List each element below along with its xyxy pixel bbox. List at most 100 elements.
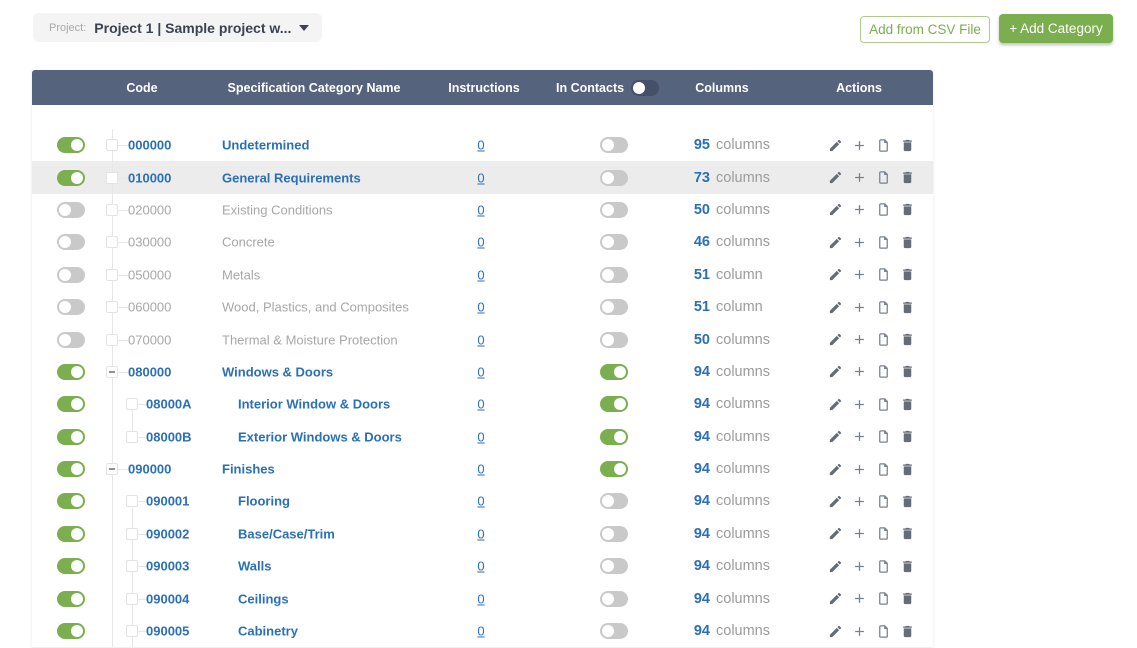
add-icon[interactable] [851, 526, 867, 542]
tree-expander-box[interactable] [126, 528, 138, 540]
tree-expander-box[interactable] [126, 495, 138, 507]
add-icon[interactable] [851, 623, 867, 639]
row-enabled-toggle[interactable] [57, 267, 85, 283]
category-name-link[interactable]: Finishes [222, 462, 275, 477]
in-contacts-toggle[interactable] [600, 493, 628, 509]
edit-icon[interactable] [827, 558, 843, 574]
row-enabled-toggle[interactable] [57, 332, 85, 348]
edit-icon[interactable] [827, 396, 843, 412]
in-contacts-toggle[interactable] [600, 267, 628, 283]
in-contacts-toggle[interactable] [600, 591, 628, 607]
tree-expander-box[interactable] [106, 301, 118, 313]
tree-expander-box[interactable] [106, 463, 118, 475]
instructions-count-link[interactable]: 0 [469, 526, 493, 541]
category-code-link[interactable]: 090000 [128, 462, 171, 477]
add-icon[interactable] [851, 332, 867, 348]
row-enabled-toggle[interactable] [57, 202, 85, 218]
copy-icon[interactable] [875, 591, 891, 607]
tree-expander-box[interactable] [126, 560, 138, 572]
columns-count[interactable]: 50 [674, 332, 710, 348]
category-code-link[interactable]: 08000B [146, 429, 192, 444]
category-name-link[interactable]: Interior Window & Doors [238, 397, 390, 412]
edit-icon[interactable] [827, 234, 843, 250]
edit-icon[interactable] [827, 170, 843, 186]
tree-expander-box[interactable] [106, 139, 118, 151]
delete-icon[interactable] [899, 493, 915, 509]
add-icon[interactable] [851, 299, 867, 315]
category-code-link[interactable]: 010000 [128, 170, 171, 185]
columns-count[interactable]: 94 [674, 558, 710, 574]
add-icon[interactable] [851, 591, 867, 607]
category-code-link[interactable]: 050000 [128, 267, 171, 282]
instructions-count-link[interactable]: 0 [469, 300, 493, 315]
copy-icon[interactable] [875, 332, 891, 348]
columns-count[interactable]: 94 [674, 461, 710, 477]
columns-count[interactable]: 94 [674, 396, 710, 412]
row-enabled-toggle[interactable] [57, 234, 85, 250]
delete-icon[interactable] [899, 267, 915, 283]
in-contacts-toggle[interactable] [600, 170, 628, 186]
columns-count[interactable]: 94 [674, 364, 710, 380]
category-code-link[interactable]: 070000 [128, 332, 171, 347]
delete-icon[interactable] [899, 429, 915, 445]
tree-expander-box[interactable] [126, 625, 138, 637]
row-enabled-toggle[interactable] [57, 299, 85, 315]
in-contacts-toggle[interactable] [600, 332, 628, 348]
category-name-link[interactable]: Base/Case/Trim [238, 526, 335, 541]
delete-icon[interactable] [899, 234, 915, 250]
delete-icon[interactable] [899, 526, 915, 542]
copy-icon[interactable] [875, 170, 891, 186]
in-contacts-toggle[interactable] [600, 396, 628, 412]
category-name-link[interactable]: General Requirements [222, 170, 361, 185]
row-enabled-toggle[interactable] [57, 623, 85, 639]
row-enabled-toggle[interactable] [57, 137, 85, 153]
edit-icon[interactable] [827, 364, 843, 380]
delete-icon[interactable] [899, 396, 915, 412]
copy-icon[interactable] [875, 526, 891, 542]
delete-icon[interactable] [899, 364, 915, 380]
tree-expander-box[interactable] [106, 334, 118, 346]
instructions-count-link[interactable]: 0 [469, 591, 493, 606]
in-contacts-toggle[interactable] [600, 461, 628, 477]
category-code-link[interactable]: 090004 [146, 591, 189, 606]
add-icon[interactable] [851, 461, 867, 477]
row-enabled-toggle[interactable] [57, 526, 85, 542]
category-code-link[interactable]: 020000 [128, 202, 171, 217]
in-contacts-toggle[interactable] [600, 623, 628, 639]
copy-icon[interactable] [875, 558, 891, 574]
delete-icon[interactable] [899, 202, 915, 218]
category-name-link[interactable]: Ceilings [238, 591, 289, 606]
add-icon[interactable] [851, 396, 867, 412]
add-category-button[interactable]: + Add Category [999, 14, 1113, 43]
category-name-link[interactable]: Undetermined [222, 138, 309, 153]
copy-icon[interactable] [875, 267, 891, 283]
instructions-count-link[interactable]: 0 [469, 397, 493, 412]
copy-icon[interactable] [875, 493, 891, 509]
columns-count[interactable]: 73 [674, 170, 710, 186]
add-icon[interactable] [851, 429, 867, 445]
row-enabled-toggle[interactable] [57, 558, 85, 574]
project-selector[interactable]: Project: Project 1 | Sample project w... [33, 13, 322, 42]
add-icon[interactable] [851, 267, 867, 283]
category-name-link[interactable]: Metals [222, 267, 260, 282]
tree-expander-box[interactable] [126, 431, 138, 443]
copy-icon[interactable] [875, 461, 891, 477]
in-contacts-toggle[interactable] [600, 299, 628, 315]
copy-icon[interactable] [875, 137, 891, 153]
copy-icon[interactable] [875, 364, 891, 380]
in-contacts-toggle[interactable] [600, 364, 628, 380]
in-contacts-toggle[interactable] [600, 558, 628, 574]
tree-expander-box[interactable] [106, 204, 118, 216]
category-name-link[interactable]: Concrete [222, 235, 275, 250]
instructions-count-link[interactable]: 0 [469, 235, 493, 250]
row-enabled-toggle[interactable] [57, 364, 85, 380]
delete-icon[interactable] [899, 170, 915, 186]
row-enabled-toggle[interactable] [57, 429, 85, 445]
add-icon[interactable] [851, 234, 867, 250]
edit-icon[interactable] [827, 137, 843, 153]
add-icon[interactable] [851, 170, 867, 186]
columns-count[interactable]: 51 [674, 299, 710, 315]
copy-icon[interactable] [875, 299, 891, 315]
in-contacts-toggle[interactable] [600, 202, 628, 218]
category-code-link[interactable]: 090002 [146, 526, 189, 541]
